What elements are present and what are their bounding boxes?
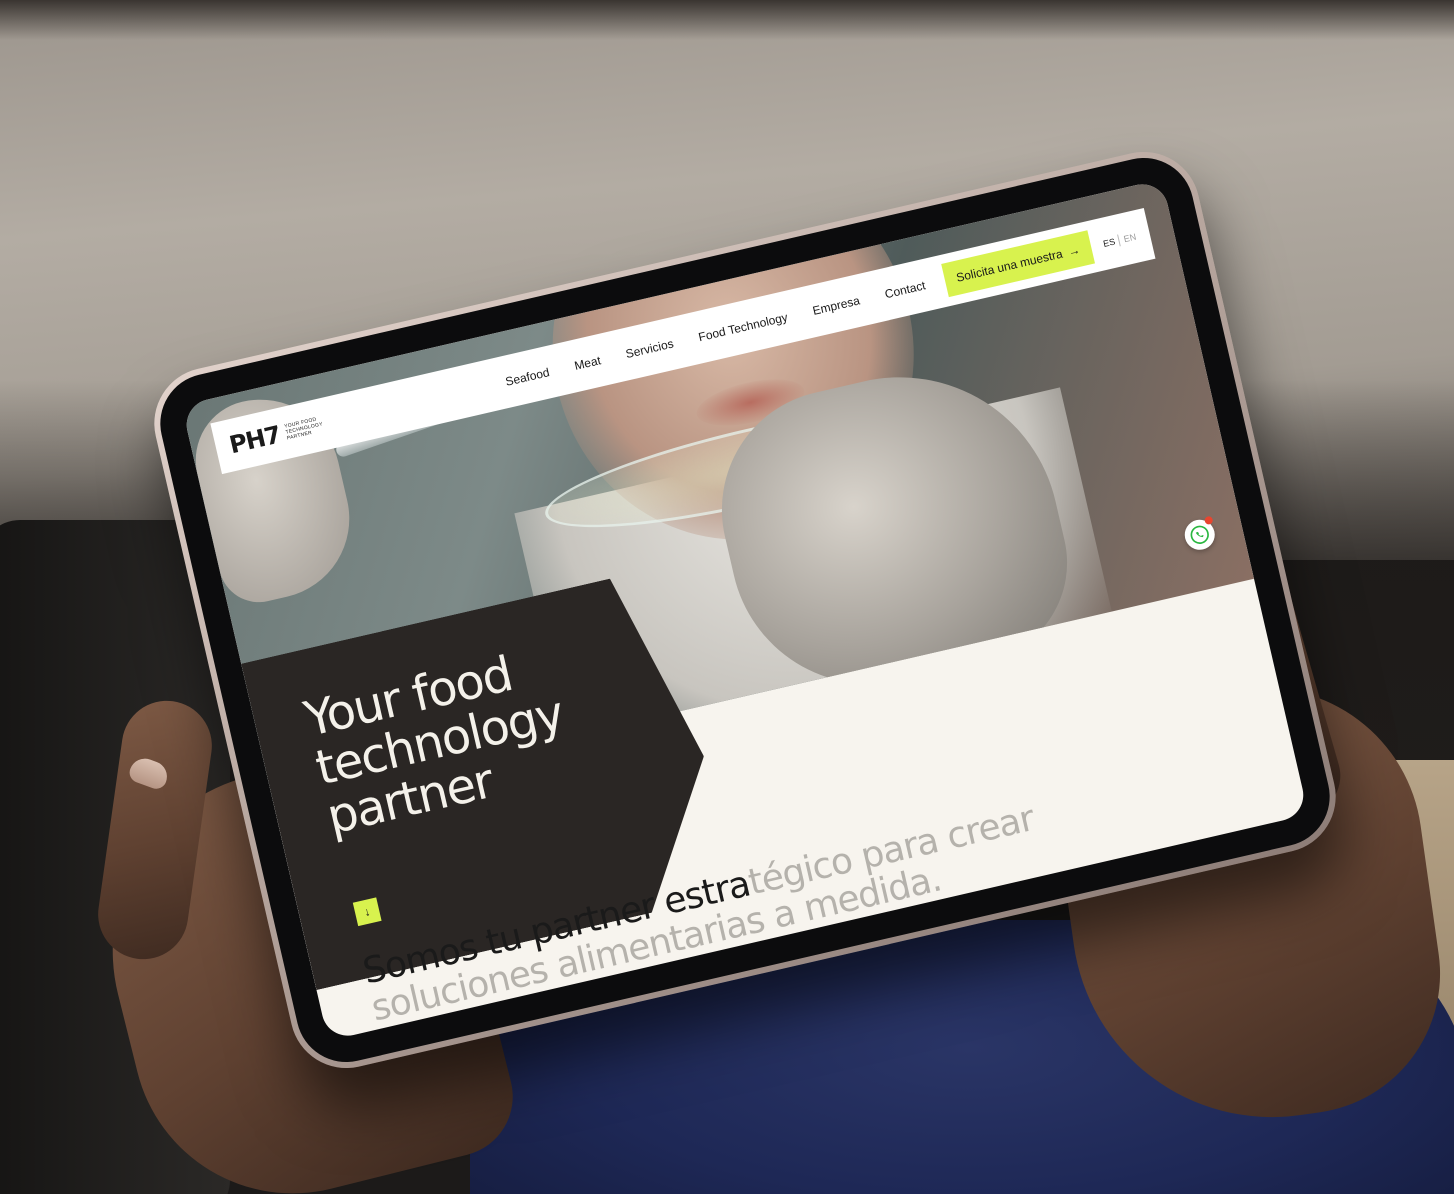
logo-tagline: YOUR FOOD TECHNOLOGY PARTNER (284, 415, 325, 442)
top-shadow (0, 0, 1454, 40)
nav-link-seafood[interactable]: Seafood (504, 365, 551, 389)
nav-link-empresa[interactable]: Empresa (811, 293, 861, 317)
hero-title: Your food technology partner (299, 646, 569, 846)
whatsapp-icon (1190, 525, 1209, 544)
scroll-down-button[interactable]: ↓ (353, 897, 382, 926)
lang-es[interactable]: ES (1102, 236, 1116, 248)
nav-link-food-technology[interactable]: Food Technology (697, 310, 789, 344)
lang-en[interactable]: EN (1123, 232, 1137, 245)
lang-divider (1117, 234, 1122, 247)
ph7-logo[interactable]: PH7 YOUR FOOD TECHNOLOGY PARTNER (227, 411, 326, 460)
arrow-down-icon: ↓ (362, 904, 372, 920)
nav-link-meat[interactable]: Meat (573, 353, 602, 373)
language-switcher: ES EN (1102, 231, 1137, 250)
arrow-right-icon: → (1066, 242, 1082, 259)
logo-mark: PH7 (226, 420, 284, 460)
nav-link-servicios[interactable]: Servicios (624, 336, 675, 361)
request-sample-label: Solicita una muestra (954, 246, 1064, 285)
nav-link-contact[interactable]: Contact (883, 278, 926, 301)
